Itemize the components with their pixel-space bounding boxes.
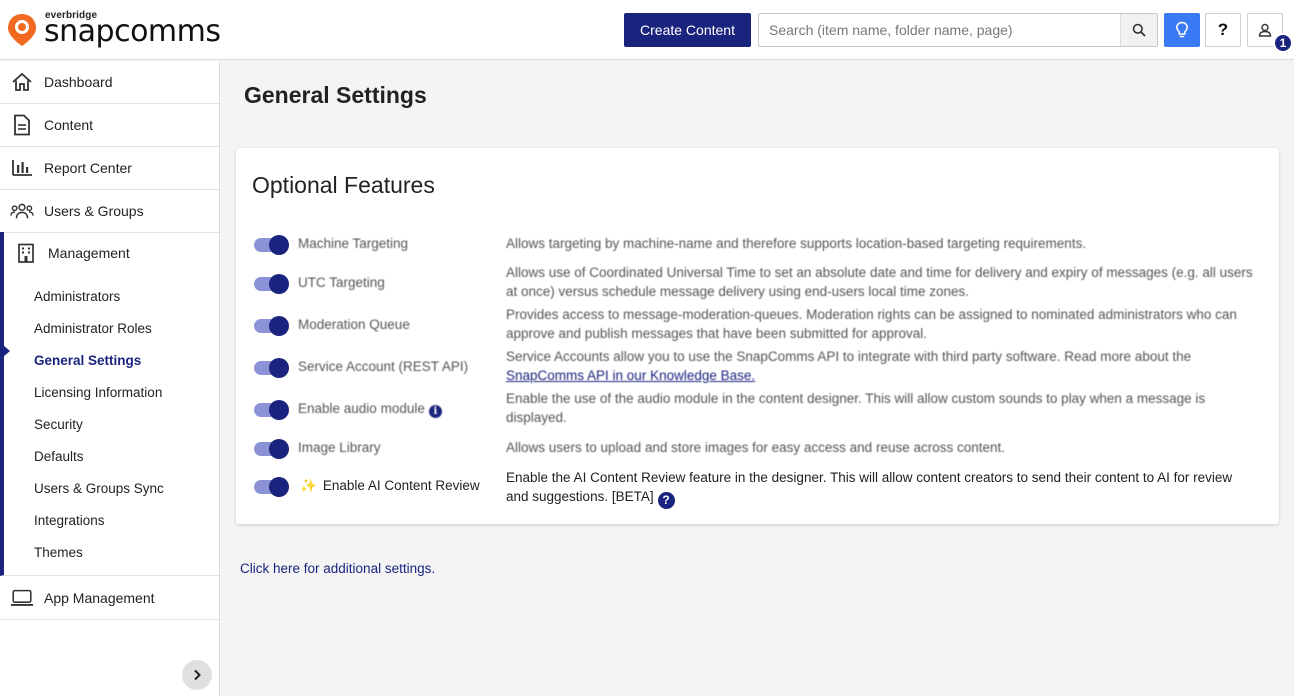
users-icon	[10, 200, 34, 222]
sidebar-item-label: Users & Groups	[44, 203, 144, 219]
page-title: General Settings	[244, 82, 427, 108]
feature-description: Enable the AI Content Review feature in …	[506, 468, 1258, 509]
lightbulb-icon	[1176, 21, 1188, 38]
feature-description: Allows use of Coordinated Universal Time…	[506, 265, 1253, 299]
sparkle-icon: ✨	[300, 478, 317, 493]
subnav-general-settings[interactable]: General Settings	[34, 351, 141, 371]
help-button[interactable]: ?	[1205, 13, 1241, 47]
sidebar-item-report-center[interactable]: Report Center	[0, 147, 219, 190]
subnav-defaults[interactable]: Defaults	[34, 447, 84, 467]
feature-description: Allows users to upload and store images …	[506, 440, 1006, 455]
card-title: Optional Features	[252, 172, 435, 198]
sidebar-item-users-groups[interactable]: Users & Groups	[0, 190, 219, 233]
building-icon	[14, 242, 38, 264]
moderation-queue-toggle[interactable]	[254, 316, 290, 336]
service-account-toggle[interactable]	[254, 358, 290, 378]
feature-label-text: Enable AI Content Review	[322, 478, 480, 493]
active-indicator	[3, 345, 10, 357]
feature-description-text: Enable the AI Content Review feature in …	[506, 470, 1233, 504]
document-icon	[10, 114, 34, 136]
subnav-administrator-roles[interactable]: Administrator Roles	[34, 319, 152, 339]
ideas-button[interactable]	[1164, 13, 1200, 47]
sidebar-item-label: App Management	[44, 590, 155, 606]
feature-description: Service Accounts allow you to use the Sn…	[506, 347, 1258, 385]
create-content-button[interactable]: Create Content	[624, 13, 751, 47]
sidebar-item-label: Content	[44, 117, 94, 133]
home-icon	[10, 71, 34, 93]
sidebar-section-management: Management Administrators Administrator …	[0, 232, 219, 576]
feature-label: ✨ Enable AI Content Review	[300, 478, 480, 494]
logo-product-text: snapcomms	[44, 14, 221, 49]
help-label: ?	[1217, 20, 1229, 39]
additional-settings-link[interactable]: Click here for additional settings.	[240, 561, 435, 576]
feature-label: Moderation Queue	[298, 317, 410, 332]
bar-chart-icon	[10, 157, 34, 179]
search-icon	[1132, 23, 1146, 37]
subnav-themes[interactable]: Themes	[34, 543, 83, 563]
ai-content-review-toggle[interactable]	[254, 477, 290, 497]
sidebar-item-management[interactable]: Management	[14, 232, 130, 274]
laptop-icon	[10, 587, 34, 609]
notification-badge[interactable]: 1	[1273, 33, 1293, 53]
subnav-users-groups-sync[interactable]: Users & Groups Sync	[34, 479, 164, 499]
feature-label: Service Account (REST API)	[298, 359, 469, 374]
help-circle-icon[interactable]: ?	[657, 492, 675, 509]
sidebar-item-dashboard[interactable]: Dashboard	[0, 61, 219, 104]
sidebar-item-label: Report Center	[44, 160, 132, 176]
feature-description: Provides access to message-moderation-qu…	[506, 307, 1237, 341]
feature-description: Enable the use of the audio module in th…	[506, 391, 1206, 425]
sidebar-item-label: Dashboard	[44, 74, 113, 90]
image-library-toggle[interactable]	[254, 439, 290, 459]
feature-description: Allows targeting by machine-name and the…	[506, 236, 1087, 251]
utc-targeting-toggle[interactable]	[254, 274, 290, 294]
search-box	[758, 13, 1158, 47]
machine-targeting-toggle[interactable]	[254, 235, 290, 255]
feature-label: Machine Targeting	[298, 236, 409, 251]
sidebar-nav: Dashboard Content Report Center Users & …	[0, 61, 220, 696]
optional-features-card: Optional Features Machine Targeting Allo…	[236, 148, 1279, 524]
collapse-sidebar-button[interactable]	[182, 660, 212, 690]
location-pin-logo-icon	[8, 14, 36, 46]
feature-label: Image Library	[298, 440, 381, 455]
search-button[interactable]	[1120, 14, 1157, 46]
feature-label: Enable audio module i	[298, 401, 442, 418]
top-header: everbridge snapcomms Create Content ? 1	[0, 0, 1294, 60]
snapcomms-logo[interactable]: everbridge snapcomms	[6, 8, 221, 52]
sidebar-item-app-management[interactable]: App Management	[0, 577, 219, 620]
feature-label-text: Enable audio module	[298, 401, 425, 416]
feature-label: UTC Targeting	[298, 275, 385, 290]
audio-module-toggle[interactable]	[254, 400, 290, 420]
user-icon	[1258, 23, 1272, 37]
subnav-administrators[interactable]: Administrators	[34, 287, 120, 307]
chevron-right-icon	[194, 669, 201, 681]
sidebar-item-label: Management	[48, 245, 130, 261]
info-icon[interactable]: i	[428, 405, 442, 418]
sidebar-item-content[interactable]: Content	[0, 104, 219, 147]
search-input[interactable]	[759, 14, 1121, 46]
feature-description-text: Service Accounts allow you to use the Sn…	[506, 349, 1192, 364]
subnav-security[interactable]: Security	[34, 415, 83, 435]
subnav-licensing-information[interactable]: Licensing Information	[34, 383, 162, 403]
knowledge-base-link[interactable]: SnapComms API in our Knowledge Base.	[506, 368, 755, 383]
subnav-integrations[interactable]: Integrations	[34, 511, 105, 531]
